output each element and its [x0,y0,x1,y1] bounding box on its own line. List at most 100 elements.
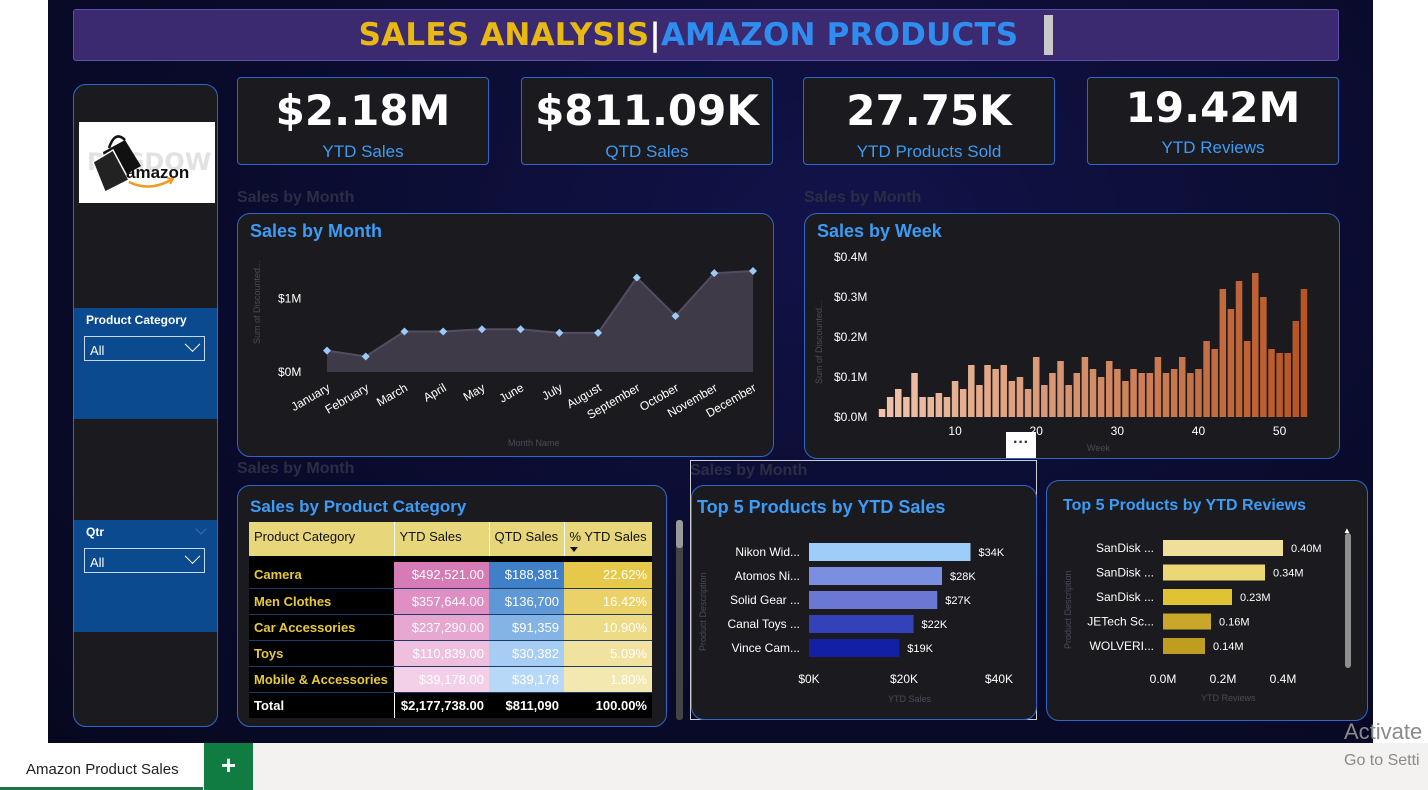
week-bar [1227,309,1235,417]
week-bar [1049,373,1056,417]
shopping-bag-icon: PNGDOW amazon [87,135,211,194]
x-tick-label: February [323,380,372,416]
y-tick-label: $0.4M [834,250,867,264]
data-label: $19K [907,643,933,655]
week-bar [1130,369,1137,417]
x-tick-label: 0.0M [1150,672,1177,686]
table-row[interactable]: Mobile & Accessories $39,178.00 $39,178 … [249,666,652,693]
week-bar [1041,385,1048,417]
pct-cell: 22.62% [564,562,652,589]
week-bar [1235,281,1243,417]
data-label: 0.14M [1213,641,1244,653]
qtr-slicer[interactable]: Qtr All [74,520,217,632]
week-bar [1073,373,1081,417]
x-tick-label: 50 [1273,424,1287,438]
category-cell: Car Accessories [249,614,394,641]
total-label: Total [249,692,394,718]
y-tick-label: SanDisk ... [1096,541,1154,555]
sales-by-month-chart[interactable]: Sales by Month $0M $1M January February Marc… [237,213,774,457]
product-bar [809,639,900,657]
chevron-down-icon [184,336,201,353]
week-bar [1300,289,1308,417]
table-row[interactable]: Car Accessories $237,290.00 $91,359 10.9… [249,614,652,641]
table-row[interactable]: Camera $492,521.00 $188,381 22.62% [249,562,652,589]
week-bar [1000,365,1008,417]
kpi-label: YTD Sales [322,142,404,161]
collapse-chevron-icon[interactable] [195,523,207,535]
kpi-value: $811.09K [535,86,759,135]
x-tick-label: June [497,380,527,405]
category-cell: Camera [249,562,394,589]
y-tick-label: Canal Toys ... [728,617,800,631]
kpi-card-ytd-sales[interactable]: $2.18M YTD Sales [237,77,489,165]
product-category-slicer[interactable]: Product Category All [74,308,217,419]
week-bar [1097,377,1105,417]
product-bar [1163,613,1211,630]
column-header[interactable]: YTD Sales [394,522,490,556]
kpi-card-ytd-reviews[interactable]: 19.42M YTD Reviews [1087,77,1339,165]
week-bar [1065,385,1072,417]
week-bar [1162,373,1170,417]
week-bar [1024,389,1032,417]
kpi-card-ytd-products-sold[interactable]: 27.75K YTD Products Sold [803,77,1055,165]
text-cursor-icon [1044,15,1054,55]
sales-by-category-table[interactable]: Sales by Product Category Product Catego… [237,485,667,727]
week-bar [1276,353,1283,417]
column-header[interactable]: QTD Sales [489,522,565,556]
table-header-row: Product Category YTD Sales QTD Sales % Y… [249,522,652,556]
ghost-title: Sales by Month [237,460,355,477]
kpi-card-qtd-sales[interactable]: $811.09K QTD Sales [521,77,773,165]
qtr-dropdown[interactable]: All [84,548,205,573]
week-bar [878,409,886,417]
column-header-sorted[interactable]: % YTD Sales [564,522,652,556]
product-category-dropdown[interactable]: All [84,336,205,361]
week-bar [1195,369,1202,417]
scrollbar-thumb[interactable] [676,520,683,548]
week-bar [943,397,951,417]
week-bar [1081,357,1089,417]
y-tick-label: $1M [278,291,301,305]
table-scrollbar[interactable] [676,520,683,720]
activation-watermark: Activate [1344,719,1423,744]
pct-cell: 5.09% [564,640,652,667]
week-bar [1057,361,1064,417]
y-tick-label: Vince Cam... [732,641,800,655]
week-bar [1178,357,1186,417]
week-bar [927,397,934,417]
sales-by-week-chart[interactable]: Sales by Week $0.0M $0.1M $0.2M $0.3M $0.4M 1… [804,213,1340,459]
week-bar [976,385,983,417]
table-row[interactable]: Toys $110,839.00 $30,382 5.09% [249,640,652,667]
sheet-tab-amazon-product-sales[interactable]: Amazon Product Sales [0,743,203,790]
y-tick-label: SanDisk ... [1096,566,1154,580]
week-bar [1016,377,1024,417]
chevron-down-icon [184,548,201,565]
product-bar [809,567,942,585]
qtd-cell: $91,359 [489,614,564,641]
filter-sidebar: PNGDOW amazon Product Category All Qtr A… [73,84,218,727]
product-bar [1163,540,1283,556]
chart-scrollbar[interactable] [1345,533,1351,668]
top5-sales-chart[interactable]: Top 5 Products by YTD Sales Nikon Wid...… [691,485,1037,720]
data-label: 0.16M [1219,617,1250,629]
add-sheet-button[interactable]: + [204,743,253,790]
sort-descending-icon [569,547,578,552]
week-bar [992,369,999,417]
x-tick-label: 0.2M [1210,672,1237,686]
kpi-label: YTD Products Sold [856,142,1002,161]
column-header[interactable]: Product Category [249,522,395,556]
qtd-cell: $136,700 [489,588,564,615]
kpi-value: 19.42M [1125,83,1301,132]
sheet-tab-bar: Amazon Product Sales + [0,743,1428,790]
top5-reviews-chart[interactable]: Top 5 Products by YTD Reviews SanDisk ..… [1046,480,1368,721]
data-label: $34K [979,547,1005,559]
data-label: $27K [945,595,971,607]
product-bar [809,615,914,633]
table-row[interactable]: Men Clothes $357,644.00 $136,700 16.42% [249,588,652,615]
total-pct: 100.00% [564,692,652,718]
pct-cell: 10.90% [564,614,652,641]
y-axis-ghost-label: Product Description [1063,570,1073,649]
week-bar [1170,369,1178,417]
x-axis-ghost-label: YTD Reviews [1201,693,1256,703]
more-options-button[interactable]: ··· [1006,432,1036,458]
category-cell: Men Clothes [249,588,394,615]
